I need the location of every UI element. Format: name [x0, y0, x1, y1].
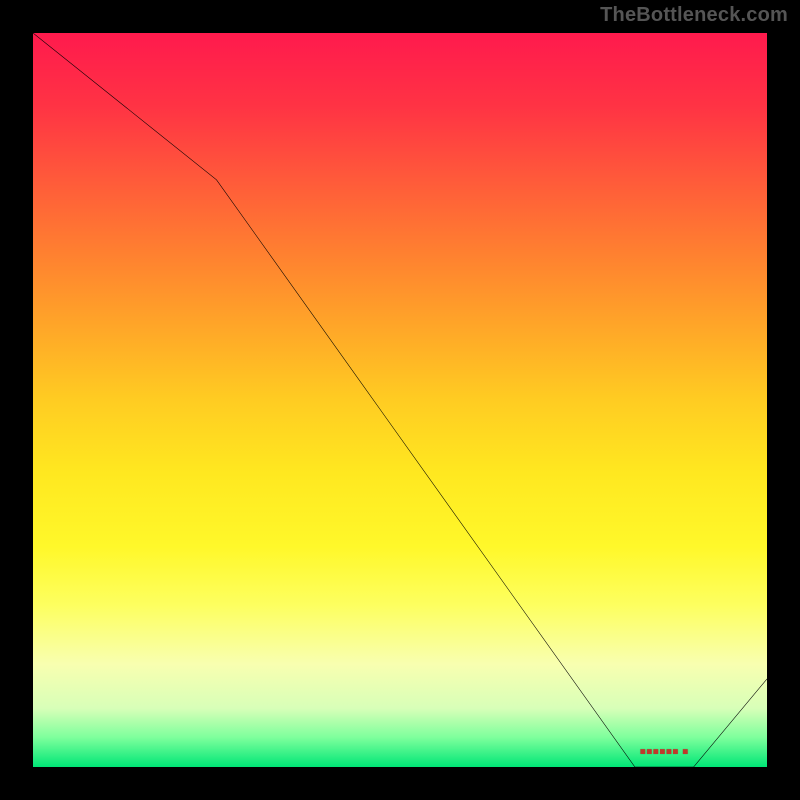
curve-path: [33, 33, 767, 767]
attribution-text: TheBottleneck.com: [600, 4, 788, 27]
chart-root: TheBottleneck.com ■■■■■■ ■: [0, 0, 800, 800]
series-marker-label: ■■■■■■ ■: [640, 747, 689, 758]
plot-area: ■■■■■■ ■: [30, 30, 770, 770]
curve-svg: [33, 33, 767, 767]
